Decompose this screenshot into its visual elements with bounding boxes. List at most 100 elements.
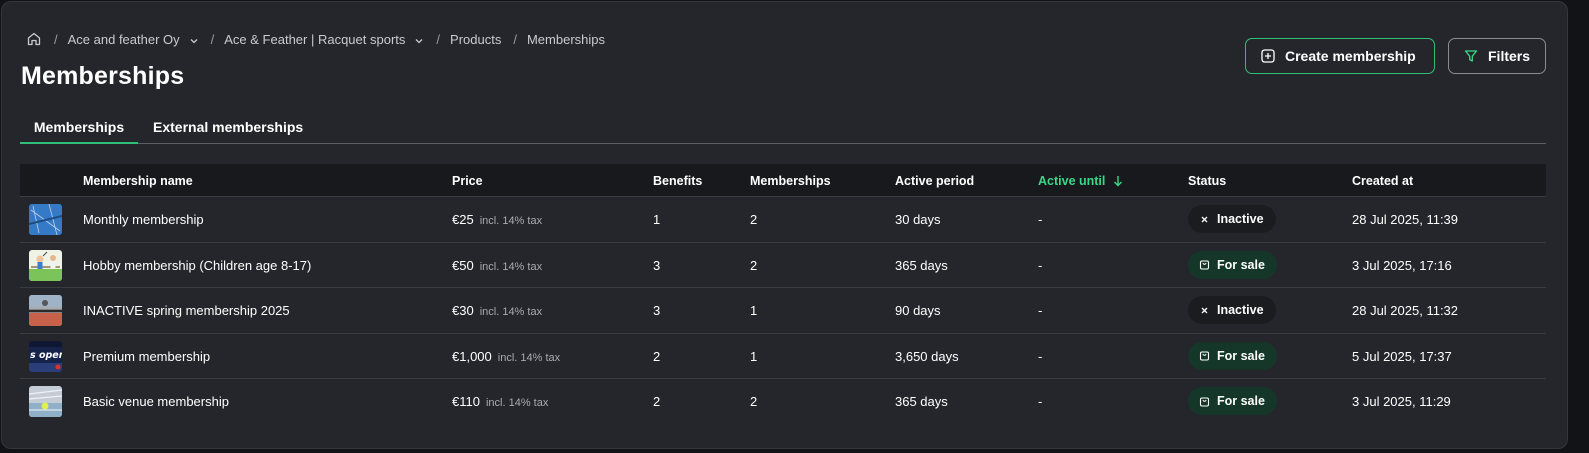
status-label: Inactive	[1217, 303, 1264, 317]
membership-name[interactable]: Basic venue membership	[83, 394, 229, 409]
create-membership-label: Create membership	[1285, 48, 1416, 64]
created-at: 5 Jul 2025, 17:37	[1352, 348, 1452, 364]
table-row[interactable]: Monthly membership €25 incl. 14% tax 1 2 …	[20, 197, 1546, 243]
column-header-active-until[interactable]: Active until	[1038, 174, 1123, 188]
price-cell: €30 incl. 14% tax	[452, 303, 542, 318]
breadcrumb-separator: /	[54, 31, 58, 47]
benefits-count: 3	[653, 303, 661, 318]
memberships-count: 1	[750, 348, 758, 364]
breadcrumb-item-organization[interactable]: / Ace and feather Oy	[42, 32, 199, 47]
membership-name[interactable]: Hobby membership (Children age 8-17)	[83, 258, 311, 273]
breadcrumb: / Ace and feather Oy / Ace & Feather | R…	[26, 30, 605, 48]
active-period: 3,650 days	[895, 348, 959, 364]
benefits-count: 2	[653, 348, 661, 364]
active-until: -	[1038, 394, 1043, 409]
memberships-count: 2	[750, 257, 758, 273]
price-value: €1,000	[452, 348, 492, 364]
plus-square-icon	[1261, 49, 1275, 63]
price-cell: €110 incl. 14% tax	[452, 394, 548, 409]
benefits-count: 1	[653, 212, 661, 227]
price-cell: €50 incl. 14% tax	[452, 258, 542, 273]
column-header-label: Active until	[1038, 174, 1106, 188]
status-badge: For sale	[1188, 341, 1277, 370]
status-label: For sale	[1217, 348, 1265, 363]
table-row[interactable]: Hobby membership (Children age 8-17) €50…	[20, 243, 1546, 288]
tab-external-memberships[interactable]: External memberships	[153, 119, 303, 135]
column-header-benefits[interactable]: Benefits	[653, 174, 702, 188]
memberships-panel: / Ace and feather Oy / Ace & Feather | R…	[1, 1, 1568, 449]
membership-thumbnail-image	[29, 204, 62, 235]
price-cell: €1,000 incl. 14% tax	[452, 349, 560, 364]
membership-thumbnail-image	[29, 249, 62, 281]
breadcrumb-separator: /	[513, 31, 517, 47]
breadcrumb-item-venue[interactable]: / Ace & Feather | Racquet sports	[199, 32, 425, 47]
memberships-count: 2	[750, 212, 758, 227]
benefits-count: 3	[653, 257, 661, 273]
column-header-memberships[interactable]: Memberships	[750, 174, 831, 188]
active-until: -	[1038, 303, 1043, 318]
breadcrumb-label: Ace and feather Oy	[67, 31, 180, 47]
status-label: For sale	[1217, 394, 1265, 408]
active-until: -	[1038, 212, 1043, 227]
price-value: €30	[452, 303, 474, 318]
created-at: 28 Jul 2025, 11:39	[1352, 212, 1459, 227]
breadcrumb-separator: /	[436, 31, 441, 47]
table-header: Membership name Price Benefits Membershi…	[20, 164, 1546, 197]
chevron-down-icon[interactable]	[189, 34, 199, 44]
column-header-created-at[interactable]: Created at	[1352, 174, 1413, 188]
price-value: €25	[452, 212, 474, 227]
created-at: 3 Jul 2025, 11:29	[1352, 394, 1451, 409]
status-badge: Inactive	[1188, 205, 1276, 233]
sort-arrow-down-icon	[1113, 175, 1123, 187]
close-icon	[1199, 305, 1210, 316]
shopping-bag-icon	[1199, 259, 1210, 270]
column-header-price[interactable]: Price	[452, 174, 483, 188]
column-header-status[interactable]: Status	[1188, 174, 1226, 188]
active-period: 365 days	[895, 257, 948, 273]
table-row[interactable]: s open Premium membership €1,000 incl. 14…	[20, 334, 1546, 379]
tax-note: incl. 14% tax	[485, 397, 549, 409]
breadcrumb-separator: /	[210, 31, 215, 47]
active-period: 30 days	[895, 212, 941, 227]
shopping-bag-icon	[1199, 396, 1210, 407]
memberships-count: 2	[750, 394, 758, 409]
breadcrumb-item-products[interactable]: / Products	[424, 32, 501, 47]
tax-note: incl. 14% tax	[497, 351, 561, 364]
table-row[interactable]: Basic venue membership €110 incl. 14% tax…	[20, 379, 1546, 425]
membership-thumbnail-image	[29, 386, 62, 417]
column-header-name[interactable]: Membership name	[83, 174, 193, 188]
breadcrumb-label: Memberships	[526, 31, 605, 47]
page-title: Memberships	[21, 62, 185, 90]
price-cell: €25 incl. 14% tax	[452, 212, 542, 227]
price-value: €50	[452, 257, 474, 273]
status-badge: Inactive	[1188, 296, 1276, 324]
filter-icon	[1464, 49, 1478, 63]
membership-name[interactable]: INACTIVE spring membership 2025	[83, 303, 290, 318]
status-label: For sale	[1217, 257, 1265, 272]
membership-name[interactable]: Premium membership	[83, 349, 210, 364]
benefits-count: 2	[653, 394, 661, 409]
create-membership-button[interactable]: Create membership	[1245, 38, 1435, 74]
memberships-count: 1	[750, 303, 758, 318]
tax-note: incl. 14% tax	[479, 215, 543, 227]
price-value: €110	[452, 394, 480, 409]
memberships-table: Membership name Price Benefits Membershi…	[20, 164, 1546, 425]
filters-button[interactable]: Filters	[1448, 38, 1546, 74]
created-at: 3 Jul 2025, 17:16	[1352, 257, 1452, 273]
active-until: -	[1038, 257, 1043, 273]
status-badge: For sale	[1188, 387, 1277, 415]
tab-bar: Memberships External memberships	[20, 115, 1546, 144]
chevron-down-icon[interactable]	[414, 34, 424, 44]
filters-label: Filters	[1488, 48, 1531, 64]
membership-thumbnail-image: s open	[29, 340, 62, 372]
created-at: 28 Jul 2025, 11:32	[1352, 303, 1459, 318]
membership-name[interactable]: Monthly membership	[83, 212, 204, 227]
breadcrumb-label: Ace & Feather | Racquet sports	[224, 31, 406, 47]
table-row[interactable]: INACTIVE spring membership 2025 €30 incl.…	[20, 288, 1546, 334]
home-icon[interactable]	[26, 31, 42, 47]
active-until: -	[1038, 348, 1043, 364]
column-header-active-period[interactable]: Active period	[895, 174, 974, 188]
tab-memberships[interactable]: Memberships	[20, 119, 138, 144]
breadcrumb-label: Products	[450, 31, 502, 47]
breadcrumb-item-memberships: / Memberships	[501, 32, 605, 47]
